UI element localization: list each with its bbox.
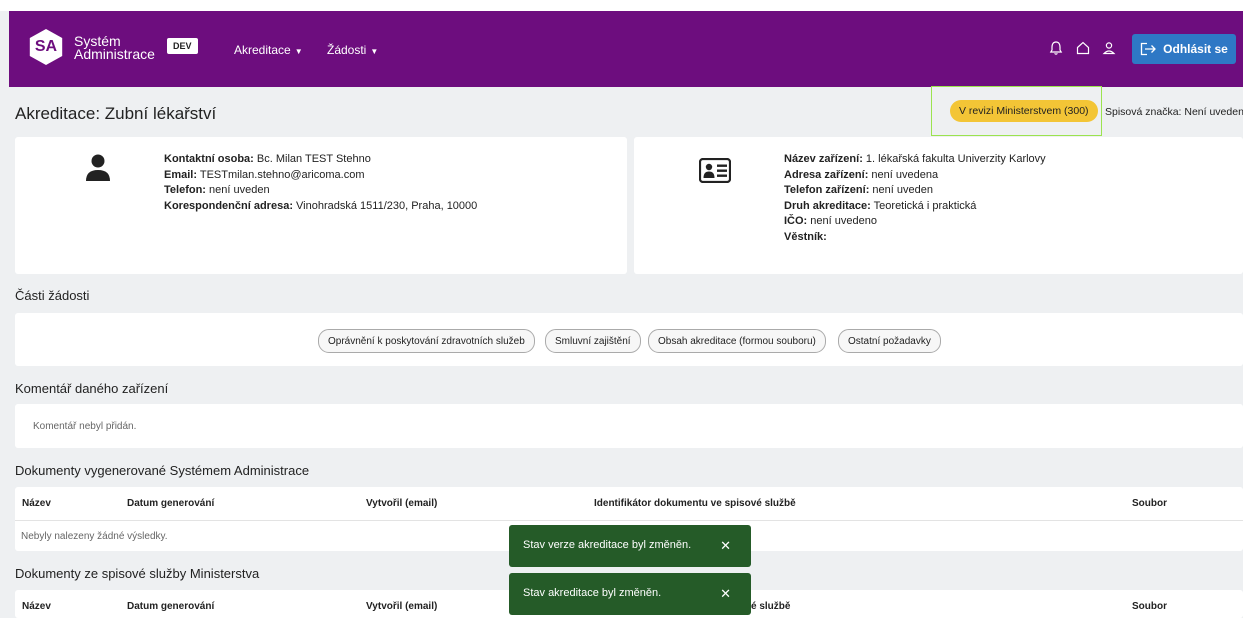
toast-message: Stav verze akreditace byl změněn. bbox=[523, 539, 692, 551]
top-strip bbox=[0, 0, 1243, 11]
col-doc-id[interactable]: Identifikátor dokumentu ve spisové služb… bbox=[594, 498, 796, 509]
facility-address: Adresa zařízení: není uvedena bbox=[784, 168, 939, 181]
top-navbar: SA Systém Administrace DEV Akreditace ▼ Ž… bbox=[9, 11, 1243, 87]
facility-info: Název zařízení: 1. lékařská fakulta Univ… bbox=[784, 152, 1046, 245]
chip-other-requirements[interactable]: Ostatní požadavky bbox=[838, 329, 941, 353]
id-card-icon bbox=[699, 158, 731, 183]
contact-phone: Telefon: není uveden bbox=[164, 184, 270, 196]
caret-down-icon: ▼ bbox=[294, 47, 303, 56]
contact-card: Kontaktní osoba: Bc. Milan TEST Stehno E… bbox=[15, 137, 627, 274]
page-title: Akreditace: Zubní lékařství bbox=[15, 104, 217, 123]
chip-content-file[interactable]: Obsah akreditace (formou souboru) bbox=[648, 329, 826, 353]
comment-card: Komentář nebyl přidán. bbox=[15, 404, 1243, 448]
col-doc-id-partial[interactable]: é službě bbox=[751, 601, 790, 612]
facility-phone: Telefon zařízení: není uveden bbox=[784, 184, 933, 196]
col-author[interactable]: Vytvořil (email) bbox=[366, 498, 437, 509]
nav-akreditace[interactable]: Akreditace ▼ bbox=[234, 43, 303, 57]
toast-accreditation-status: Stav akreditace byl změněn. ✕ bbox=[509, 573, 751, 615]
col-author[interactable]: Vytvořil (email) bbox=[366, 601, 437, 612]
comment-text: Komentář nebyl přidán. bbox=[33, 421, 137, 432]
ministry-docs-title: Dokumenty ze spisové služby Ministerstva bbox=[15, 566, 260, 581]
home-icon[interactable] bbox=[1075, 40, 1091, 56]
close-icon[interactable]: ✕ bbox=[720, 586, 731, 602]
close-icon[interactable]: ✕ bbox=[720, 538, 731, 554]
contact-info: Kontaktní osoba: Bc. Milan TEST Stehno E… bbox=[164, 152, 477, 214]
col-name[interactable]: Název bbox=[22, 601, 51, 612]
accreditation-type: Druh akreditace: Teoretická i praktická bbox=[784, 199, 977, 212]
bell-icon[interactable] bbox=[1048, 40, 1064, 56]
brand-name[interactable]: Systém Administrace bbox=[74, 34, 155, 62]
user-icon[interactable] bbox=[1101, 40, 1117, 56]
contact-address: Korespondenční adresa: Vinohradská 1511/… bbox=[164, 199, 478, 212]
contact-email: Email: TESTmilan.stehno@aricoma.com bbox=[164, 168, 365, 181]
parts-title: Části žádosti bbox=[15, 288, 90, 303]
file-reference: Spisová značka: Není uvedena bbox=[1105, 106, 1243, 118]
table-divider bbox=[15, 520, 1243, 521]
brand-line2: Administrace bbox=[74, 46, 155, 62]
person-icon bbox=[86, 154, 110, 181]
facility-name: Název zařízení: 1. lékařská fakulta Univ… bbox=[784, 153, 1046, 165]
app-logo[interactable]: SA bbox=[29, 29, 63, 65]
empty-results: Nebyly nalezeny žádné výsledky. bbox=[21, 531, 168, 542]
toast-message: Stav akreditace byl změněn. bbox=[523, 587, 662, 599]
contact-person: Kontaktní osoba: Bc. Milan TEST Stehno bbox=[164, 153, 371, 165]
caret-down-icon: ▼ bbox=[370, 47, 379, 56]
col-name[interactable]: Název bbox=[22, 498, 51, 509]
facility-card: Název zařízení: 1. lékařská fakulta Univ… bbox=[634, 137, 1243, 274]
comment-title: Komentář daného zařízení bbox=[15, 381, 169, 396]
logout-button[interactable]: Odhlásit se bbox=[1132, 34, 1236, 64]
col-file[interactable]: Soubor bbox=[1132, 601, 1167, 612]
chip-permission[interactable]: Oprávnění k poskytování zdravotních služ… bbox=[318, 329, 535, 353]
toast-version-status: Stav verze akreditace byl změněn. ✕ bbox=[509, 525, 751, 567]
nav-zadosti[interactable]: Žádosti ▼ bbox=[327, 43, 378, 57]
facility-vestnik: Věstník: bbox=[784, 230, 827, 243]
nav-akreditace-label: Akreditace bbox=[234, 43, 291, 57]
logout-icon bbox=[1141, 42, 1157, 56]
facility-ico: IČO: není uvedeno bbox=[784, 215, 877, 227]
chip-contract[interactable]: Smluvní zajištění bbox=[545, 329, 641, 353]
col-file[interactable]: Soubor bbox=[1132, 498, 1167, 509]
col-date[interactable]: Datum generování bbox=[127, 498, 214, 509]
env-badge: DEV bbox=[167, 38, 198, 54]
nav-zadosti-label: Žádosti bbox=[327, 43, 367, 57]
col-date[interactable]: Datum generování bbox=[127, 601, 214, 612]
generated-docs-title: Dokumenty vygenerované Systémem Administ… bbox=[15, 463, 310, 478]
logout-label: Odhlásit se bbox=[1163, 42, 1228, 56]
status-badge: V revizi Ministerstvem (300) bbox=[950, 100, 1098, 122]
